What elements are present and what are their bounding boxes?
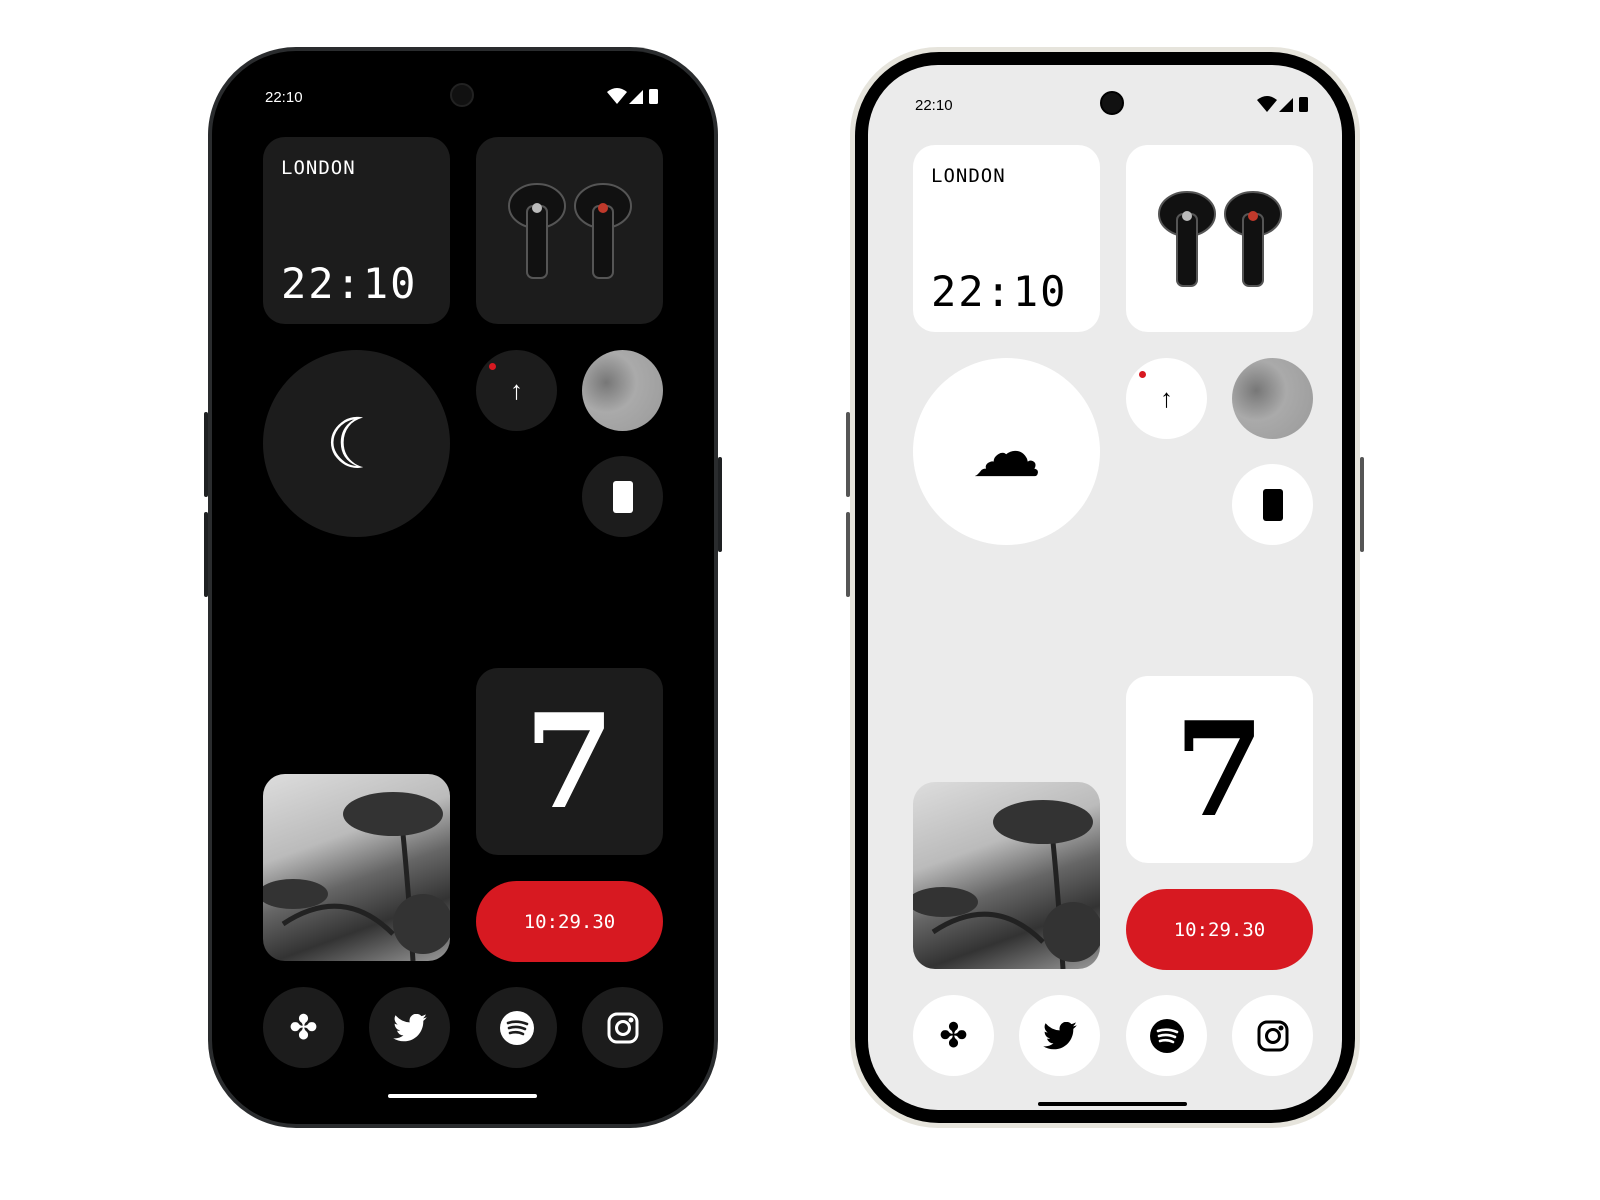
front-camera: [1100, 91, 1124, 115]
clock-time: 22:10: [931, 267, 1068, 316]
cloud-icon: ☁: [971, 412, 1042, 491]
clock-city: LONDON: [281, 157, 356, 179]
world-clock-widget[interactable]: LONDON 22:10: [263, 137, 450, 324]
signal-icon: [629, 90, 643, 104]
date-widget[interactable]: 7: [1126, 676, 1313, 863]
world-clock-widget[interactable]: LONDON 22:10: [913, 145, 1100, 332]
moon-icon: ☾: [325, 404, 388, 483]
signal-icon: [1279, 98, 1293, 112]
dock-app-pinwheel[interactable]: ✤: [263, 987, 344, 1068]
status-time: 22:10: [265, 89, 303, 106]
phone-bezel: 22:10 LONDON 22:10 ☾ ↑ 7 10:29.30 ✤: [212, 51, 714, 1124]
weather-widget[interactable]: ☾: [263, 350, 450, 537]
status-icons: [607, 87, 663, 110]
phone-app-widget[interactable]: [582, 456, 663, 537]
dock-app-spotify[interactable]: [1126, 995, 1207, 1076]
earbuds-widget[interactable]: [1126, 145, 1313, 332]
instagram-icon: [1257, 1020, 1288, 1051]
front-camera: [450, 83, 474, 107]
dock-app-twitter[interactable]: [1019, 995, 1100, 1076]
pinwheel-icon: ✤: [289, 1008, 318, 1047]
phone-light-theme: 22:10 LONDON 22:10 ☁ ↑ 7 10:29.30 ✤: [846, 47, 1364, 1128]
recording-dot: [1139, 371, 1146, 378]
home-screen: 22:10 LONDON 22:10 ☁ ↑ 7 10:29.30 ✤: [868, 65, 1342, 1110]
phone-dark-theme: 22:10 LONDON 22:10 ☾ ↑ 7 10:29.30 ✤: [204, 47, 722, 1128]
twitter-icon: [392, 1013, 427, 1041]
spotify-icon: [499, 1010, 534, 1045]
wifi-icon: [1257, 96, 1277, 112]
pinwheel-icon: ✤: [939, 1016, 968, 1055]
photo-widget[interactable]: [913, 782, 1100, 969]
stopwatch-widget[interactable]: 10:29.30: [476, 881, 663, 962]
compass-arrow-icon: ↑: [510, 375, 523, 405]
stopwatch-time: 10:29.30: [523, 910, 616, 933]
phone-bezel: 22:10 LONDON 22:10 ☁ ↑ 7 10:29.30 ✤: [855, 52, 1355, 1123]
home-indicator[interactable]: [388, 1094, 537, 1098]
dock-app-instagram[interactable]: [582, 987, 663, 1068]
dock-app-pinwheel[interactable]: ✤: [913, 995, 994, 1076]
stopwatch-widget[interactable]: 10:29.30: [1126, 889, 1313, 970]
dock-app-twitter[interactable]: [369, 987, 450, 1068]
compass-widget[interactable]: ↑: [476, 350, 557, 431]
tree-photo: [263, 792, 450, 961]
clock-time: 22:10: [281, 259, 418, 308]
twitter-icon: [1042, 1021, 1077, 1049]
dock-app-instagram[interactable]: [1232, 995, 1313, 1076]
home-screen: 22:10 LONDON 22:10 ☾ ↑ 7 10:29.30 ✤: [218, 57, 708, 1118]
battery-icon: [1299, 97, 1308, 112]
photo-contact-widget[interactable]: [582, 350, 663, 431]
recording-dot: [489, 363, 496, 370]
phone-device-icon: [612, 480, 633, 513]
compass-arrow-icon: ↑: [1160, 383, 1173, 413]
spotify-icon: [1149, 1018, 1184, 1053]
phone-device-icon: [1262, 488, 1283, 521]
status-icons: [1257, 95, 1313, 118]
status-time: 22:10: [915, 97, 953, 114]
earbuds-image: [1157, 190, 1282, 287]
photo-contact-widget[interactable]: [1232, 358, 1313, 439]
photo-widget[interactable]: [263, 774, 450, 961]
wifi-icon: [607, 88, 627, 104]
date-widget[interactable]: 7: [476, 668, 663, 855]
battery-icon: [649, 89, 658, 104]
instagram-icon: [607, 1012, 638, 1043]
weather-widget[interactable]: ☁: [913, 358, 1100, 545]
dock-app-spotify[interactable]: [476, 987, 557, 1068]
phone-app-widget[interactable]: [1232, 464, 1313, 545]
date-day: 7: [1174, 693, 1265, 846]
earbuds-widget[interactable]: [476, 137, 663, 324]
home-indicator[interactable]: [1038, 1102, 1187, 1106]
tree-photo: [913, 800, 1100, 969]
date-day: 7: [524, 685, 615, 838]
clock-city: LONDON: [931, 165, 1006, 187]
earbuds-image: [507, 182, 632, 279]
stopwatch-time: 10:29.30: [1173, 918, 1266, 941]
compass-widget[interactable]: ↑: [1126, 358, 1207, 439]
